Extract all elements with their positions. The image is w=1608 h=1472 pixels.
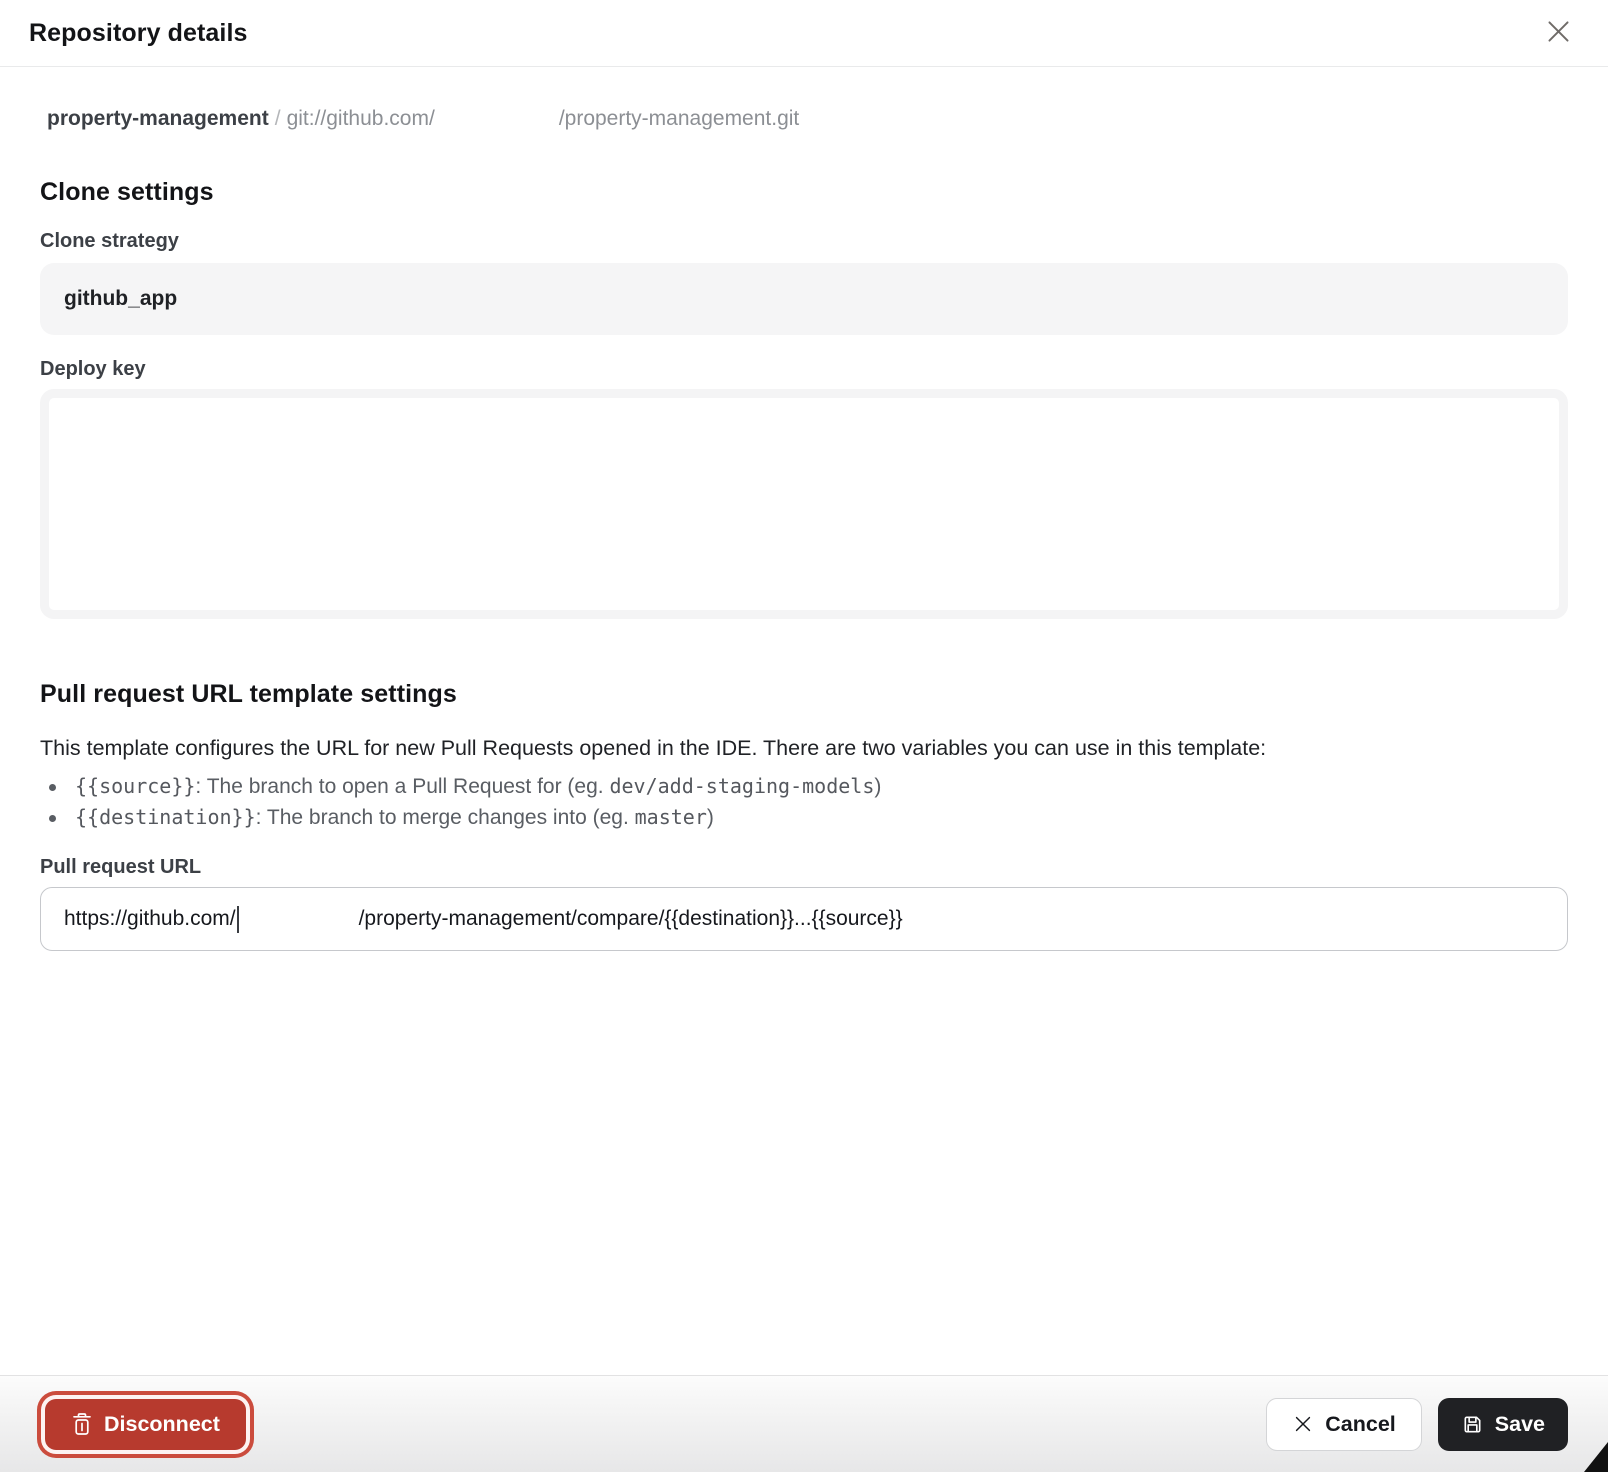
save-floppy-icon [1461, 1413, 1484, 1436]
save-button-label: Save [1495, 1412, 1545, 1437]
destination-variable-close: ) [707, 806, 714, 829]
clone-settings-heading: Clone settings [40, 177, 1568, 207]
clone-strategy-field[interactable]: github_app [40, 263, 1568, 335]
clone-strategy-value: github_app [64, 287, 177, 311]
pull-request-url-label: Pull request URL [40, 855, 1568, 879]
modal-header: Repository details [0, 0, 1608, 67]
repository-details-modal: Repository details property-management/g… [0, 0, 1608, 1472]
source-variable-close: ) [874, 775, 881, 798]
destination-variable-example: master [635, 805, 707, 829]
close-button[interactable] [1540, 15, 1576, 51]
source-variable-code: {{source}} [75, 774, 195, 798]
destination-variable-code: {{destination}} [75, 805, 256, 829]
url-value-suffix: /property-management/compare/{{destinati… [359, 907, 903, 931]
cancel-button[interactable]: Cancel [1266, 1398, 1422, 1451]
footer-actions: Cancel Save [1266, 1398, 1568, 1451]
modal-footer: Disconnect Cancel [0, 1375, 1608, 1472]
pull-request-url-input[interactable]: https://github.com/ /property-management/… [40, 887, 1568, 951]
clone-strategy-label: Clone strategy [40, 229, 1568, 253]
save-button[interactable]: Save [1438, 1398, 1568, 1451]
destination-variable-desc: : The branch to merge changes into (eg. [256, 806, 635, 829]
list-item-destination-variable: {{destination}}: The branch to merge cha… [40, 802, 1568, 833]
breadcrumb-repo-name: property-management [47, 107, 269, 130]
source-variable-desc: : The branch to open a Pull Request for … [195, 775, 609, 798]
page-title: Repository details [29, 19, 248, 48]
cancel-x-icon [1292, 1413, 1314, 1435]
trash-icon [71, 1412, 93, 1436]
list-item-source-variable: {{source}}: The branch to open a Pull Re… [40, 771, 1568, 802]
modal-body: property-management/git://github.com/ /pr… [0, 105, 1608, 951]
mouse-cursor [1584, 1442, 1608, 1472]
pr-template-variable-list: {{source}}: The branch to open a Pull Re… [40, 771, 1568, 833]
deploy-key-textarea[interactable] [49, 398, 1559, 610]
breadcrumb-remote-suffix: /property-management.git [559, 107, 799, 130]
deploy-key-field-frame [40, 389, 1568, 619]
deploy-key-label: Deploy key [40, 357, 1568, 381]
disconnect-button[interactable]: Disconnect [45, 1399, 246, 1450]
cancel-button-label: Cancel [1325, 1412, 1396, 1437]
text-caret [237, 906, 239, 933]
url-value-prefix: https://github.com/ [64, 907, 236, 931]
disconnect-button-label: Disconnect [104, 1412, 220, 1437]
pr-template-description: This template configures the URL for new… [40, 733, 1568, 763]
close-icon [1543, 16, 1574, 50]
breadcrumb-separator: / [269, 107, 287, 130]
breadcrumb-remote-prefix: git://github.com/ [287, 107, 435, 130]
breadcrumb: property-management/git://github.com/ /pr… [40, 105, 1568, 133]
pr-template-heading: Pull request URL template settings [40, 679, 1568, 709]
source-variable-example: dev/add-staging-models [609, 774, 874, 798]
